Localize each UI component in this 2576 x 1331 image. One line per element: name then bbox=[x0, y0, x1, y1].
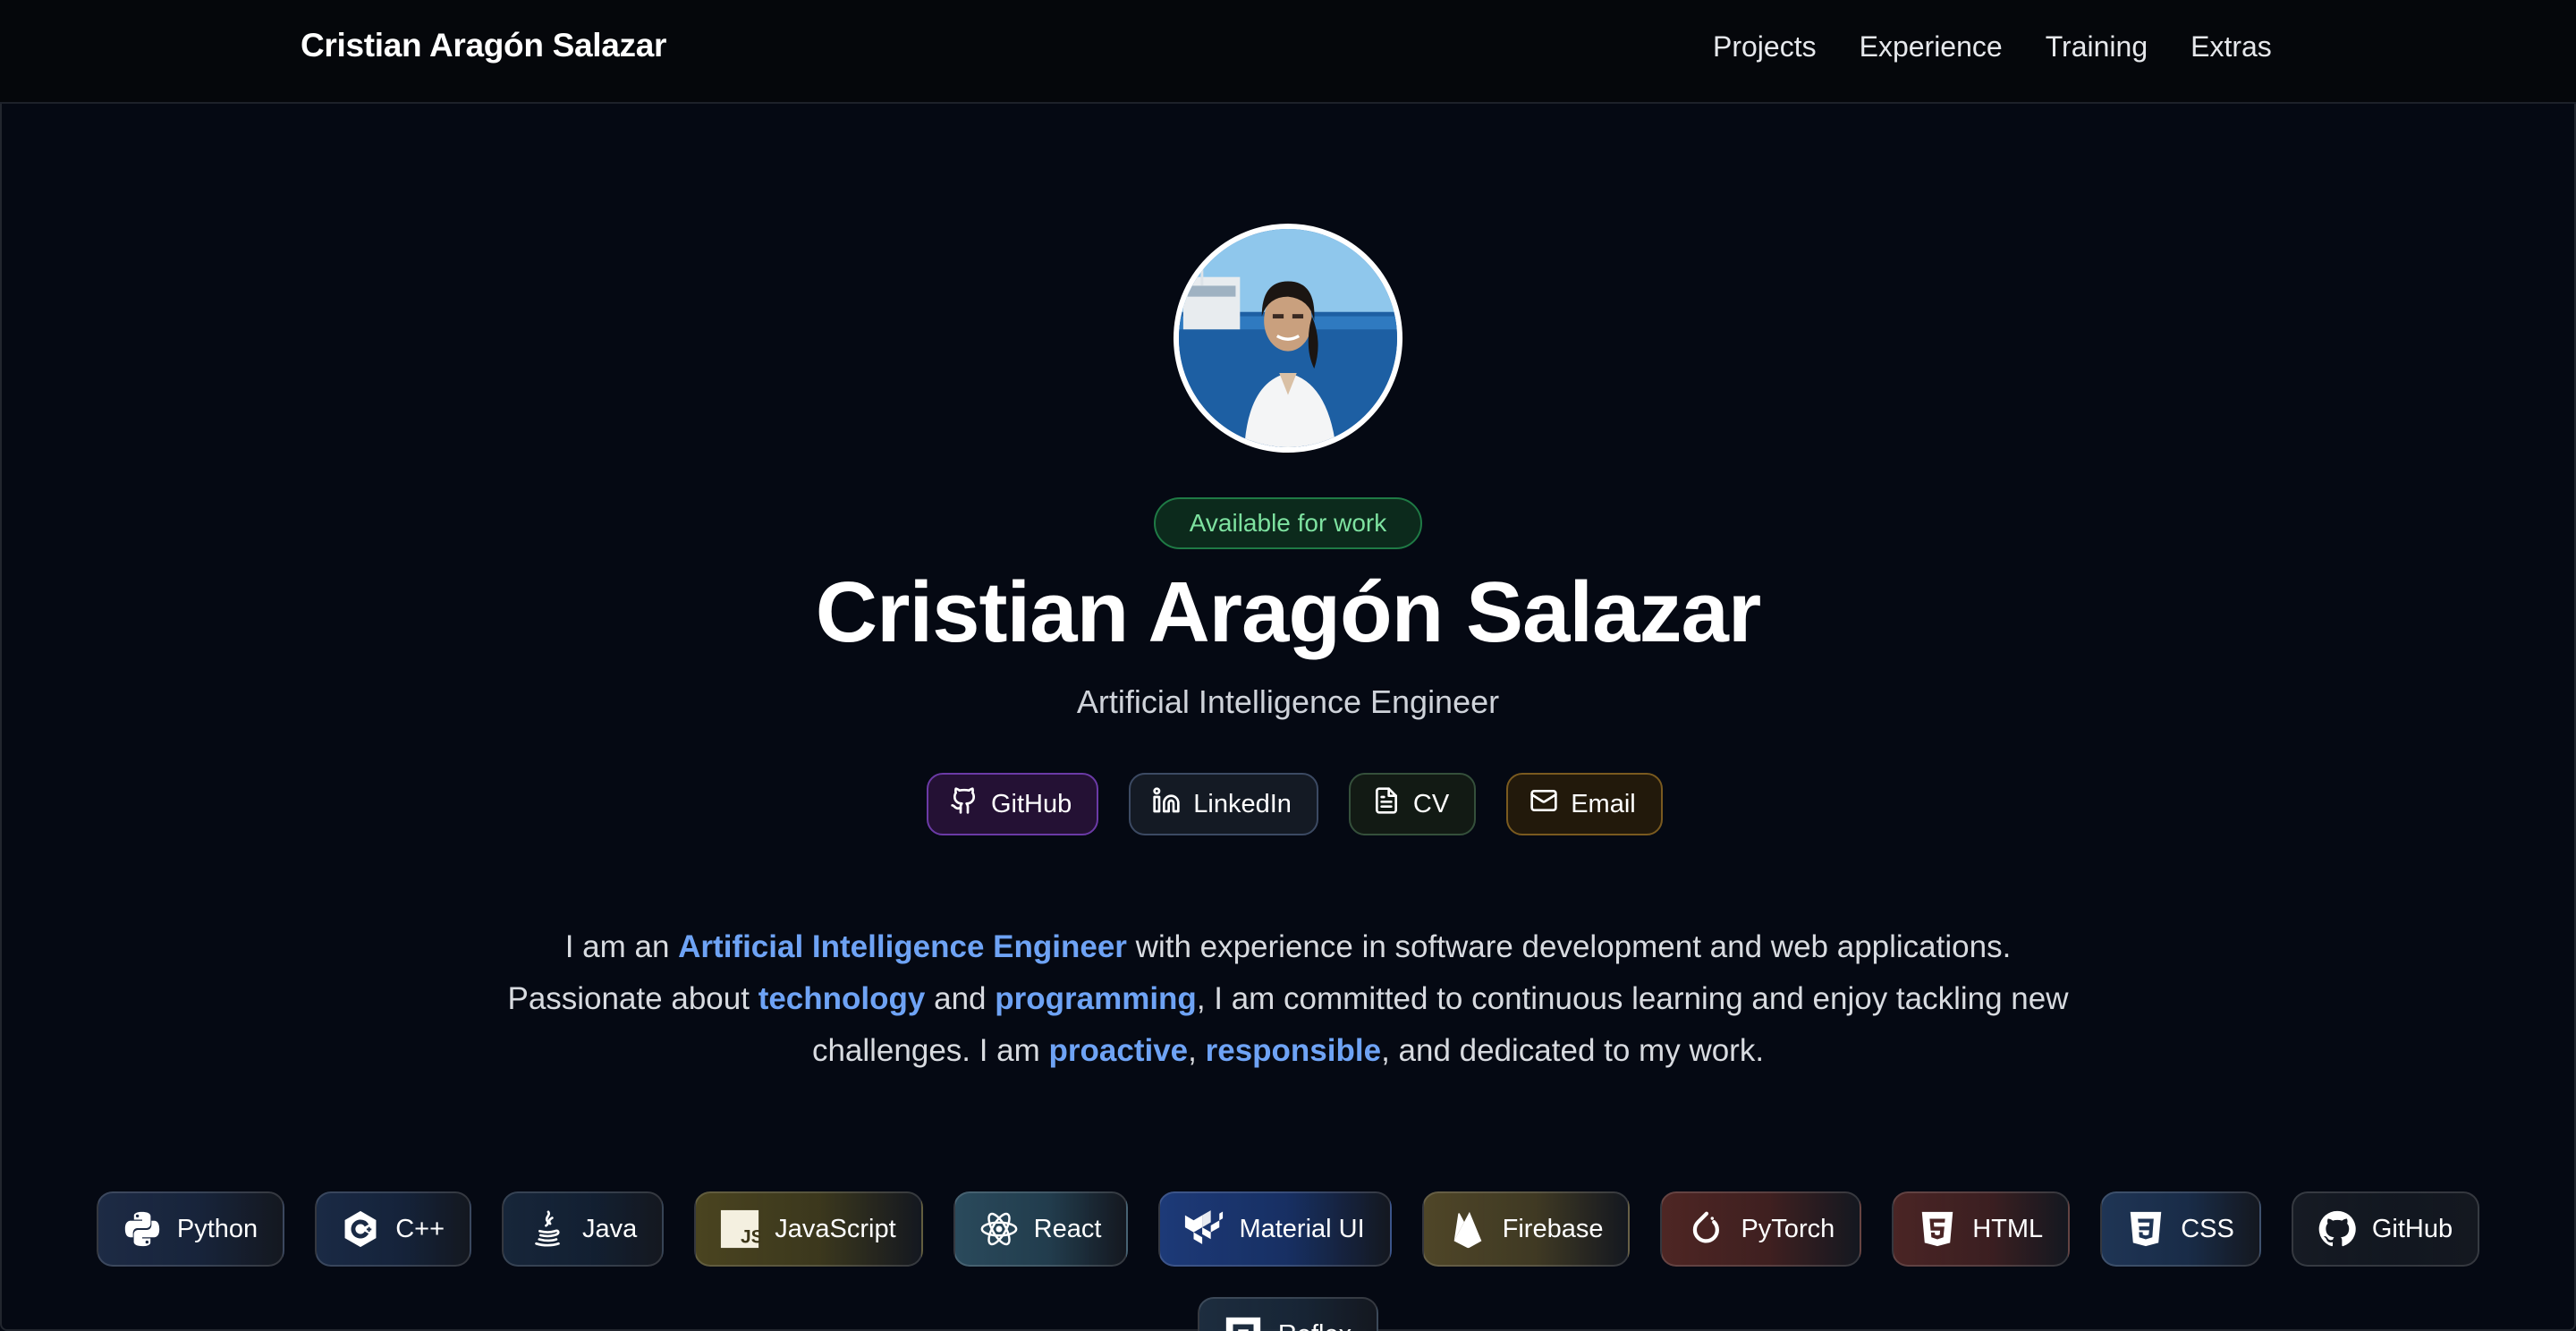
profile-photo bbox=[1174, 224, 1402, 453]
skill-python[interactable]: Python bbox=[96, 1191, 285, 1267]
bio-highlight: responsible bbox=[1205, 1033, 1382, 1068]
skill-cpp[interactable]: C++ bbox=[315, 1191, 472, 1267]
github-button-label: GitHub bbox=[991, 789, 1072, 818]
skill-html[interactable]: HTML bbox=[1892, 1191, 2071, 1267]
bio-highlight: technology bbox=[758, 981, 926, 1016]
javascript-icon: JS bbox=[719, 1208, 760, 1250]
svg-text:JS: JS bbox=[741, 1226, 760, 1247]
github-icon bbox=[950, 786, 979, 822]
reflex-icon bbox=[1223, 1314, 1264, 1331]
nav-link-experience[interactable]: Experience bbox=[1860, 30, 2003, 64]
skill-label: Java bbox=[582, 1214, 638, 1243]
window-frame bbox=[0, 0, 2576, 1331]
python-icon bbox=[122, 1208, 163, 1250]
react-icon bbox=[979, 1208, 1020, 1250]
social-links: GitHub LinkedIn CV Email bbox=[927, 773, 1663, 835]
email-button[interactable]: Email bbox=[1506, 773, 1663, 835]
bio-highlight: proactive bbox=[1048, 1033, 1189, 1068]
github-button[interactable]: GitHub bbox=[927, 773, 1099, 835]
nav-link-training[interactable]: Training bbox=[2046, 30, 2148, 64]
skill-material-ui[interactable]: Material UI bbox=[1158, 1191, 1392, 1267]
css-icon bbox=[2125, 1208, 2166, 1250]
skill-label: Firebase bbox=[1502, 1214, 1604, 1243]
html-icon bbox=[1917, 1208, 1958, 1250]
linkedin-button[interactable]: LinkedIn bbox=[1129, 773, 1318, 835]
brand-name[interactable]: Cristian Aragón Salazar bbox=[301, 27, 666, 64]
linkedin-icon bbox=[1152, 786, 1181, 822]
pytorch-icon bbox=[1685, 1208, 1726, 1250]
skill-label: CSS bbox=[2181, 1214, 2234, 1243]
github-icon bbox=[2317, 1208, 2358, 1250]
skill-label: Reflex bbox=[1278, 1320, 1352, 1331]
skill-react[interactable]: React bbox=[953, 1191, 1129, 1267]
firebase-icon bbox=[1447, 1208, 1488, 1250]
skill-label: Material UI bbox=[1239, 1214, 1365, 1243]
linkedin-button-label: LinkedIn bbox=[1193, 789, 1292, 818]
skill-label: Python bbox=[176, 1214, 258, 1243]
hero-title: Cristian Aragón Salazar bbox=[815, 564, 1761, 660]
material-ui-icon bbox=[1183, 1208, 1224, 1250]
bio-text: and bbox=[925, 981, 996, 1016]
bio-text: I am an bbox=[564, 929, 679, 964]
nav-link-extras[interactable]: Extras bbox=[2190, 30, 2272, 64]
cv-button[interactable]: CV bbox=[1348, 773, 1477, 835]
top-nav: Cristian Aragón Salazar Projects Experie… bbox=[0, 0, 2576, 104]
skill-label: GitHub bbox=[2371, 1214, 2453, 1243]
nav-links: Projects Experience Training Extras bbox=[1713, 30, 2272, 64]
bio-paragraph: I am an Artificial Intelligence Engineer… bbox=[501, 921, 2075, 1077]
skill-github[interactable]: GitHub bbox=[2291, 1191, 2480, 1267]
skill-firebase[interactable]: Firebase bbox=[1421, 1191, 1631, 1267]
document-icon bbox=[1372, 786, 1401, 822]
skill-label: PyTorch bbox=[1741, 1214, 1835, 1243]
bio-highlight: Artificial Intelligence Engineer bbox=[678, 929, 1127, 964]
skill-label: C++ bbox=[395, 1214, 445, 1243]
skill-label: React bbox=[1033, 1214, 1102, 1243]
skill-label: HTML bbox=[1972, 1214, 2044, 1243]
status-badge: Available for work bbox=[1154, 497, 1422, 549]
email-button-label: Email bbox=[1571, 789, 1636, 818]
bio-text: , bbox=[1188, 1033, 1206, 1068]
skill-java[interactable]: Java bbox=[502, 1191, 665, 1267]
bio-text: , and dedicated to my work. bbox=[1381, 1033, 1765, 1068]
skill-javascript[interactable]: JS JavaScript bbox=[694, 1191, 923, 1267]
hero-subtitle: Artificial Intelligence Engineer bbox=[1076, 683, 1500, 720]
cpp-icon bbox=[340, 1208, 381, 1250]
bio-highlight: programming bbox=[995, 981, 1197, 1016]
skill-css[interactable]: CSS bbox=[2100, 1191, 2261, 1267]
cv-button-label: CV bbox=[1412, 789, 1450, 818]
skill-label: JavaScript bbox=[775, 1214, 896, 1243]
skills-list: Python C++ Java JS JavaScript React Mate… bbox=[41, 1191, 2535, 1331]
mail-icon bbox=[1530, 786, 1558, 822]
java-icon bbox=[527, 1208, 568, 1250]
skill-pytorch[interactable]: PyTorch bbox=[1660, 1191, 1862, 1267]
nav-link-projects[interactable]: Projects bbox=[1713, 30, 1817, 64]
skill-reflex[interactable]: Reflex bbox=[1197, 1297, 1379, 1331]
